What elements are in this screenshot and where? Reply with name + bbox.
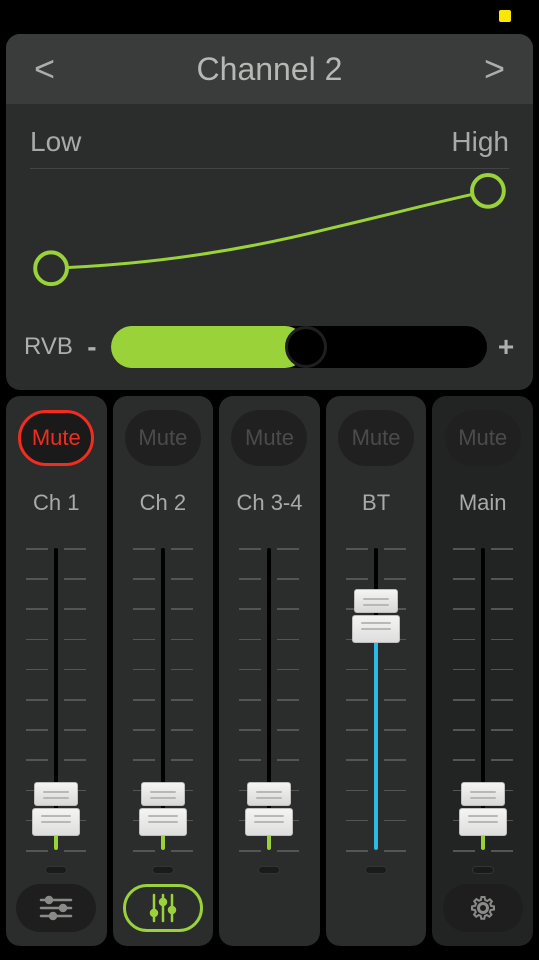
channel-title: Channel 2 xyxy=(197,51,343,88)
eq-chart[interactable] xyxy=(30,168,509,308)
sliders-horizontal-icon xyxy=(39,895,73,921)
fader-thumb[interactable] xyxy=(245,782,293,836)
channel-label: Main xyxy=(459,490,507,516)
reverb-thumb[interactable] xyxy=(285,326,327,368)
channel-label: BT xyxy=(362,490,390,516)
channel-label: Ch 3-4 xyxy=(236,490,302,516)
signal-led-icon xyxy=(365,866,387,874)
mute-button[interactable]: Mute xyxy=(125,410,201,466)
mixer: Mute Ch 1 Mute Ch 2 Mute Ch 3-4 Mute BT Mute Main xyxy=(0,396,539,952)
signal-led-icon xyxy=(152,866,174,874)
channel-strip-ch1: Mute Ch 1 xyxy=(6,396,107,946)
reverb-slider[interactable] xyxy=(111,326,487,368)
fader-thumb[interactable] xyxy=(32,782,80,836)
reverb-increase-button[interactable]: + xyxy=(497,331,515,363)
channel-header: < Channel 2 > xyxy=(6,34,533,104)
fader[interactable] xyxy=(26,544,86,854)
eq-high-handle[interactable] xyxy=(472,175,504,207)
channel-label: Ch 1 xyxy=(33,490,79,516)
channel-strip-bt: Mute BT xyxy=(326,396,427,946)
eq-handles xyxy=(30,169,509,308)
channel-strip-main: Mute Main xyxy=(432,396,533,946)
status-bar xyxy=(0,0,539,30)
eq-settings-button[interactable] xyxy=(16,884,96,932)
fader[interactable] xyxy=(453,544,513,854)
mute-button[interactable]: Mute xyxy=(231,410,307,466)
channel-panel: < Channel 2 > Low High RVB - + xyxy=(6,34,533,390)
eq-labels: Low High xyxy=(6,104,533,168)
reverb-row: RVB - + xyxy=(6,308,533,382)
settings-button[interactable] xyxy=(443,884,523,932)
status-indicator-icon xyxy=(499,10,511,22)
eq-low-handle[interactable] xyxy=(35,252,67,284)
eq-low-label: Low xyxy=(30,126,81,158)
fader-thumb[interactable] xyxy=(139,782,187,836)
mute-button[interactable]: Mute xyxy=(445,410,521,466)
channel-label: Ch 2 xyxy=(140,490,186,516)
channel-strip-ch2: Mute Ch 2 xyxy=(113,396,214,946)
fader[interactable] xyxy=(346,544,406,854)
fader[interactable] xyxy=(133,544,193,854)
signal-led-icon xyxy=(45,866,67,874)
eq-high-label: High xyxy=(451,126,509,158)
mute-button[interactable]: Mute xyxy=(18,410,94,466)
signal-led-icon xyxy=(258,866,280,874)
next-channel-button[interactable]: > xyxy=(484,48,505,90)
fader[interactable] xyxy=(239,544,299,854)
reverb-decrease-button[interactable]: - xyxy=(83,331,101,363)
sliders-vertical-icon xyxy=(146,893,180,923)
gear-icon xyxy=(468,893,498,923)
channel-fx-button[interactable] xyxy=(123,884,203,932)
fader-thumb[interactable] xyxy=(352,589,400,643)
fader-thumb[interactable] xyxy=(459,782,507,836)
reverb-label: RVB xyxy=(24,333,73,361)
mute-button[interactable]: Mute xyxy=(338,410,414,466)
prev-channel-button[interactable]: < xyxy=(34,48,55,90)
signal-led-icon xyxy=(472,866,494,874)
channel-strip-ch3-4: Mute Ch 3-4 xyxy=(219,396,320,946)
